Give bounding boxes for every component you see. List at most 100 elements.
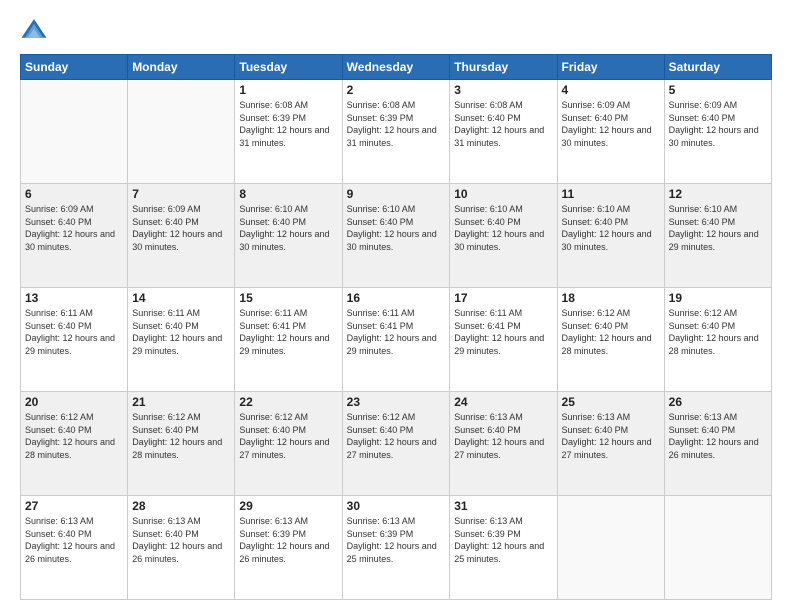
calendar-table: SundayMondayTuesdayWednesdayThursdayFrid…	[20, 54, 772, 600]
day-info: Sunrise: 6:13 AMSunset: 6:40 PMDaylight:…	[454, 411, 552, 461]
day-number: 5	[669, 83, 767, 97]
calendar-cell: 20 Sunrise: 6:12 AMSunset: 6:40 PMDayligh…	[21, 392, 128, 496]
calendar-cell: 5Sunrise: 6:09 AMSunset: 6:40 PMDaylight…	[664, 80, 771, 184]
day-info: Sunrise: 6:13 AMSunset: 6:39 PMDaylight:…	[454, 515, 552, 565]
calendar-cell: 10 Sunrise: 6:10 AMSunset: 6:40 PMDayligh…	[450, 184, 557, 288]
calendar-cell: 29 Sunrise: 6:13 AMSunset: 6:39 PMDayligh…	[235, 496, 342, 600]
day-info: Sunrise: 6:09 AMSunset: 6:40 PMDaylight:…	[562, 99, 660, 149]
calendar-cell: 14 Sunrise: 6:11 AMSunset: 6:40 PMDayligh…	[128, 288, 235, 392]
day-number: 23	[347, 395, 446, 409]
day-info: Sunrise: 6:11 AMSunset: 6:41 PMDaylight:…	[347, 307, 446, 357]
week-row-2: 6 Sunrise: 6:09 AMSunset: 6:40 PMDaylight…	[21, 184, 772, 288]
day-number: 6	[25, 187, 123, 201]
calendar-cell: 27 Sunrise: 6:13 AMSunset: 6:40 PMDayligh…	[21, 496, 128, 600]
calendar-cell: 15 Sunrise: 6:11 AMSunset: 6:41 PMDayligh…	[235, 288, 342, 392]
weekday-header-friday: Friday	[557, 55, 664, 80]
calendar-cell: 13 Sunrise: 6:11 AMSunset: 6:40 PMDayligh…	[21, 288, 128, 392]
calendar-cell: 8 Sunrise: 6:10 AMSunset: 6:40 PMDaylight…	[235, 184, 342, 288]
day-number: 26	[669, 395, 767, 409]
day-info: Sunrise: 6:10 AMSunset: 6:40 PMDaylight:…	[454, 203, 552, 253]
calendar-cell: 23 Sunrise: 6:12 AMSunset: 6:40 PMDayligh…	[342, 392, 450, 496]
day-number: 10	[454, 187, 552, 201]
calendar-cell	[664, 496, 771, 600]
day-number: 21	[132, 395, 230, 409]
day-info: Sunrise: 6:11 AMSunset: 6:40 PMDaylight:…	[25, 307, 123, 357]
calendar-cell: 2 Sunrise: 6:08 AMSunset: 6:39 PMDaylight…	[342, 80, 450, 184]
day-info: Sunrise: 6:09 AMSunset: 6:40 PMDaylight:…	[25, 203, 123, 253]
calendar-cell: 4 Sunrise: 6:09 AMSunset: 6:40 PMDaylight…	[557, 80, 664, 184]
day-number: 31	[454, 499, 552, 513]
day-number: 27	[25, 499, 123, 513]
day-info: Sunrise: 6:10 AMSunset: 6:40 PMDaylight:…	[347, 203, 446, 253]
day-info: Sunrise: 6:11 AMSunset: 6:40 PMDaylight:…	[132, 307, 230, 357]
weekday-header-wednesday: Wednesday	[342, 55, 450, 80]
calendar-cell: 31 Sunrise: 6:13 AMSunset: 6:39 PMDayligh…	[450, 496, 557, 600]
day-number: 8	[239, 187, 337, 201]
calendar-cell: 30 Sunrise: 6:13 AMSunset: 6:39 PMDayligh…	[342, 496, 450, 600]
day-number: 4	[562, 83, 660, 97]
weekday-header-saturday: Saturday	[664, 55, 771, 80]
day-number: 13	[25, 291, 123, 305]
day-number: 16	[347, 291, 446, 305]
day-info: Sunrise: 6:12 AMSunset: 6:40 PMDaylight:…	[669, 307, 767, 357]
calendar-cell: 6 Sunrise: 6:09 AMSunset: 6:40 PMDaylight…	[21, 184, 128, 288]
page: SundayMondayTuesdayWednesdayThursdayFrid…	[0, 0, 792, 612]
day-number: 1	[239, 83, 337, 97]
day-number: 24	[454, 395, 552, 409]
day-info: Sunrise: 6:11 AMSunset: 6:41 PMDaylight:…	[239, 307, 337, 357]
calendar-cell: 19 Sunrise: 6:12 AMSunset: 6:40 PMDayligh…	[664, 288, 771, 392]
calendar-cell: 12 Sunrise: 6:10 AMSunset: 6:40 PMDayligh…	[664, 184, 771, 288]
day-info: Sunrise: 6:13 AMSunset: 6:40 PMDaylight:…	[25, 515, 123, 565]
day-number: 18	[562, 291, 660, 305]
day-info: Sunrise: 6:12 AMSunset: 6:40 PMDaylight:…	[132, 411, 230, 461]
logo	[20, 16, 52, 44]
calendar-cell: 7 Sunrise: 6:09 AMSunset: 6:40 PMDaylight…	[128, 184, 235, 288]
calendar-cell: 28 Sunrise: 6:13 AMSunset: 6:40 PMDayligh…	[128, 496, 235, 600]
day-info: Sunrise: 6:08 AMSunset: 6:39 PMDaylight:…	[347, 99, 446, 149]
weekday-header-monday: Monday	[128, 55, 235, 80]
day-info: Sunrise: 6:13 AMSunset: 6:40 PMDaylight:…	[132, 515, 230, 565]
day-number: 20	[25, 395, 123, 409]
day-number: 15	[239, 291, 337, 305]
week-row-5: 27 Sunrise: 6:13 AMSunset: 6:40 PMDayligh…	[21, 496, 772, 600]
day-number: 7	[132, 187, 230, 201]
week-row-4: 20 Sunrise: 6:12 AMSunset: 6:40 PMDayligh…	[21, 392, 772, 496]
calendar-cell: 26 Sunrise: 6:13 AMSunset: 6:40 PMDayligh…	[664, 392, 771, 496]
day-info: Sunrise: 6:10 AMSunset: 6:40 PMDaylight:…	[239, 203, 337, 253]
day-number: 29	[239, 499, 337, 513]
day-info: Sunrise: 6:12 AMSunset: 6:40 PMDaylight:…	[347, 411, 446, 461]
header	[20, 16, 772, 44]
day-number: 2	[347, 83, 446, 97]
calendar-cell	[128, 80, 235, 184]
day-number: 28	[132, 499, 230, 513]
day-number: 19	[669, 291, 767, 305]
day-info: Sunrise: 6:13 AMSunset: 6:39 PMDaylight:…	[347, 515, 446, 565]
day-info: Sunrise: 6:13 AMSunset: 6:40 PMDaylight:…	[562, 411, 660, 461]
weekday-header-row: SundayMondayTuesdayWednesdayThursdayFrid…	[21, 55, 772, 80]
day-info: Sunrise: 6:09 AMSunset: 6:40 PMDaylight:…	[132, 203, 230, 253]
day-info: Sunrise: 6:13 AMSunset: 6:39 PMDaylight:…	[239, 515, 337, 565]
day-number: 22	[239, 395, 337, 409]
day-number: 12	[669, 187, 767, 201]
day-number: 30	[347, 499, 446, 513]
calendar-cell: 22Sunrise: 6:12 AMSunset: 6:40 PMDayligh…	[235, 392, 342, 496]
day-number: 25	[562, 395, 660, 409]
day-info: Sunrise: 6:12 AMSunset: 6:40 PMDaylight:…	[562, 307, 660, 357]
week-row-1: 1 Sunrise: 6:08 AMSunset: 6:39 PMDaylight…	[21, 80, 772, 184]
calendar-cell	[21, 80, 128, 184]
calendar-cell: 21 Sunrise: 6:12 AMSunset: 6:40 PMDayligh…	[128, 392, 235, 496]
logo-icon	[20, 16, 48, 44]
day-info: Sunrise: 6:10 AMSunset: 6:40 PMDaylight:…	[669, 203, 767, 253]
day-info: Sunrise: 6:08 AMSunset: 6:39 PMDaylight:…	[239, 99, 337, 149]
day-info: Sunrise: 6:08 AMSunset: 6:40 PMDaylight:…	[454, 99, 552, 149]
weekday-header-sunday: Sunday	[21, 55, 128, 80]
day-number: 11	[562, 187, 660, 201]
day-info: Sunrise: 6:11 AMSunset: 6:41 PMDaylight:…	[454, 307, 552, 357]
calendar-cell: 9 Sunrise: 6:10 AMSunset: 6:40 PMDaylight…	[342, 184, 450, 288]
day-info: Sunrise: 6:10 AMSunset: 6:40 PMDaylight:…	[562, 203, 660, 253]
calendar-cell: 1 Sunrise: 6:08 AMSunset: 6:39 PMDaylight…	[235, 80, 342, 184]
day-number: 9	[347, 187, 446, 201]
day-info: Sunrise: 6:13 AMSunset: 6:40 PMDaylight:…	[669, 411, 767, 461]
day-info: Sunrise: 6:12 AMSunset: 6:40 PMDaylight:…	[25, 411, 123, 461]
day-number: 14	[132, 291, 230, 305]
